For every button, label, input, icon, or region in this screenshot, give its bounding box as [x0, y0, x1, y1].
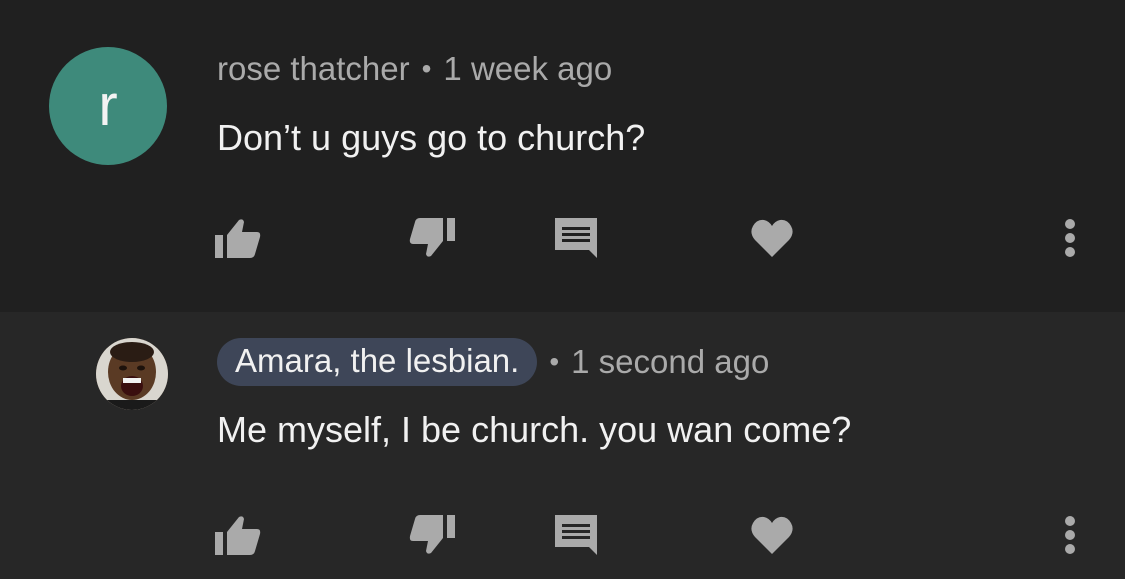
separator-dot: •: [421, 53, 432, 84]
comment-text: Me myself, I be church. you wan come?: [217, 409, 852, 450]
thumbs-up-icon: [215, 516, 261, 555]
like-button[interactable]: [208, 208, 268, 268]
reply-comment-icon: [555, 515, 597, 555]
more-vertical-icon: [1065, 516, 1075, 554]
author-name[interactable]: rose thatcher: [217, 50, 410, 88]
avatar-letter: r: [98, 73, 118, 138]
comment-actions: [0, 208, 1125, 268]
comment: r rose thatcher • 1 week ago Don’t u guy…: [0, 0, 1125, 312]
timestamp[interactable]: 1 week ago: [443, 50, 612, 88]
thumbs-down-icon: [409, 218, 455, 257]
avatar[interactable]: r: [49, 47, 167, 165]
thumbs-down-icon: [409, 515, 455, 554]
reply-comment-icon: [555, 218, 597, 258]
heart-icon: [751, 516, 793, 554]
comment-meta: rose thatcher • 1 week ago: [217, 50, 612, 88]
more-options-button[interactable]: [1040, 208, 1100, 268]
comment-actions: [0, 505, 1125, 565]
more-vertical-icon: [1065, 219, 1075, 257]
heart-button[interactable]: [742, 208, 802, 268]
heart-button[interactable]: [742, 505, 802, 565]
profile-photo: [96, 338, 168, 410]
timestamp[interactable]: 1 second ago: [571, 343, 769, 381]
comment-text: Don’t u guys go to church?: [217, 117, 646, 158]
more-options-button[interactable]: [1040, 505, 1100, 565]
reply-button[interactable]: [546, 208, 606, 268]
thumbs-up-icon: [215, 219, 261, 258]
avatar[interactable]: [96, 338, 168, 410]
heart-icon: [751, 219, 793, 257]
separator-dot: •: [549, 346, 560, 377]
comment-meta: Amara, the lesbian. • 1 second ago: [217, 338, 769, 386]
dislike-button[interactable]: [402, 505, 462, 565]
reply-button[interactable]: [546, 505, 606, 565]
author-chip[interactable]: Amara, the lesbian.: [217, 338, 538, 386]
reply-comment: Amara, the lesbian. • 1 second ago Me my…: [0, 312, 1125, 579]
like-button[interactable]: [208, 505, 268, 565]
dislike-button[interactable]: [402, 208, 462, 268]
